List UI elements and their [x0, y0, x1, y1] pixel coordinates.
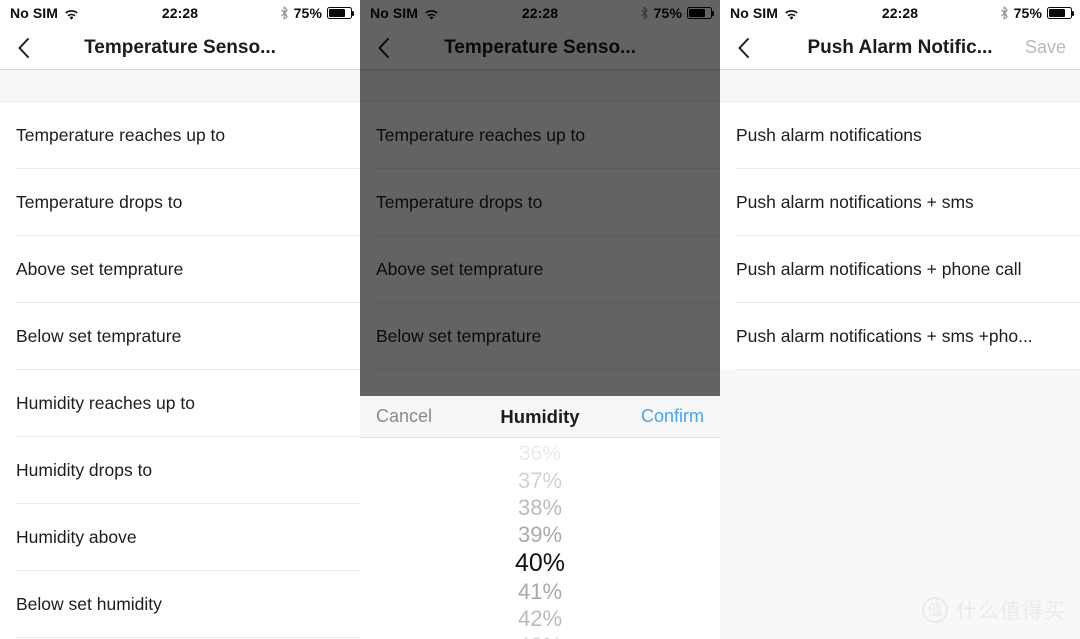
chevron-left-icon: [17, 37, 30, 59]
picker-option[interactable]: 38%: [360, 494, 720, 521]
carrier-label: No SIM: [730, 5, 779, 21]
status-bar-right: 75%: [1000, 5, 1075, 21]
bluetooth-icon: [640, 6, 649, 20]
status-bar: No SIM 22:28 75%: [360, 0, 720, 26]
list-item-label: Humidity reaches up to: [16, 393, 195, 413]
page-title: Temperature Senso...: [444, 36, 636, 58]
list-item-label: Above set temprature: [376, 259, 544, 279]
nav-bar: Temperature Senso...: [0, 26, 360, 70]
empty-area: [720, 370, 1080, 639]
nav-bar: Temperature Senso...: [360, 26, 720, 70]
battery-icon: [687, 7, 715, 19]
status-bar-left: No SIM: [10, 5, 79, 21]
chevron-left-icon: [737, 37, 750, 59]
battery-icon: [1047, 7, 1075, 19]
list-top-spacer: [0, 70, 360, 102]
list-item[interactable]: Below set humidity: [0, 571, 360, 638]
picker-option-selected[interactable]: 40%: [360, 548, 720, 578]
humidity-picker-sheet: Cancel Humidity Confirm 36% 37% 38% 39% …: [360, 396, 720, 639]
list-item[interactable]: Humidity above: [0, 504, 360, 571]
list-item[interactable]: Push alarm notifications + phone call: [720, 236, 1080, 303]
panel-temperature-sensor-conditions: No SIM 22:28 75% Temperature Senso... Te…: [0, 0, 360, 639]
wifi-icon: [784, 8, 799, 20]
list-item[interactable]: Humidity drops to: [0, 437, 360, 504]
confirm-button[interactable]: Confirm: [641, 406, 704, 427]
list-item-label: Temperature drops to: [16, 192, 183, 212]
battery-percent-label: 75%: [1013, 5, 1042, 21]
list-item-label: Below set temprature: [16, 326, 182, 346]
list-item[interactable]: Temperature reaches up to: [0, 102, 360, 169]
picker-option[interactable]: 42%: [360, 605, 720, 632]
back-button[interactable]: [0, 26, 46, 70]
battery-percent-label: 75%: [653, 5, 682, 21]
list-item[interactable]: Temperature drops to: [0, 169, 360, 236]
list-item[interactable]: Below set temprature: [360, 303, 720, 370]
picker-option[interactable]: 37%: [360, 467, 720, 494]
list-item-label: Below set humidity: [16, 594, 162, 614]
picker-option[interactable]: 39%: [360, 521, 720, 548]
status-bar: No SIM 22:28 75%: [0, 0, 360, 26]
chevron-left-icon: [377, 37, 390, 59]
list-item[interactable]: Below set temprature: [0, 303, 360, 370]
list-item-label: Push alarm notifications + sms +pho...: [736, 326, 1033, 346]
battery-percent-label: 75%: [293, 5, 322, 21]
list-item-label: Temperature drops to: [376, 192, 543, 212]
list-item[interactable]: Above set temprature: [360, 236, 720, 303]
picker-option[interactable]: 43%: [360, 632, 720, 639]
status-bar: No SIM 22:28 75%: [720, 0, 1080, 26]
save-button[interactable]: Save: [1025, 37, 1080, 58]
list-item-label: Above set temprature: [16, 259, 184, 279]
nav-bar: Push Alarm Notific... Save: [720, 26, 1080, 70]
bluetooth-icon: [280, 6, 289, 20]
condition-list: Temperature reaches up to Temperature dr…: [0, 102, 360, 638]
screenshot-triptych: No SIM 22:28 75% Temperature Senso... Te…: [0, 0, 1080, 639]
panel-push-alarm-notification: No SIM 22:28 75% Push Alarm Notific... S…: [720, 0, 1080, 639]
status-bar-right: 75%: [280, 5, 355, 21]
list-item[interactable]: Push alarm notifications + sms +pho...: [720, 303, 1080, 370]
list-top-spacer: [360, 70, 720, 102]
list-item-label: Humidity above: [16, 527, 137, 547]
wifi-icon: [64, 8, 79, 20]
condition-list: Temperature reaches up to Temperature dr…: [360, 102, 720, 370]
list-item[interactable]: Above set temprature: [0, 236, 360, 303]
status-bar-left: No SIM: [370, 5, 439, 21]
list-item[interactable]: Push alarm notifications: [720, 102, 1080, 169]
list-item[interactable]: Humidity reaches up to: [0, 370, 360, 437]
page-title: Temperature Senso...: [84, 36, 276, 58]
page-title: Push Alarm Notific...: [807, 36, 993, 58]
list-item[interactable]: Push alarm notifications + sms: [720, 169, 1080, 236]
back-button[interactable]: [720, 26, 766, 70]
list-item-label: Temperature reaches up to: [16, 125, 226, 145]
bluetooth-icon: [1000, 6, 1009, 20]
notification-option-list: Push alarm notifications Push alarm noti…: [720, 102, 1080, 370]
list-item-label: Humidity drops to: [16, 460, 153, 480]
picker-option[interactable]: 36%: [360, 440, 720, 467]
status-bar-left: No SIM: [730, 5, 799, 21]
list-item-label: Push alarm notifications + sms: [736, 192, 974, 212]
list-item[interactable]: Temperature reaches up to: [360, 102, 720, 169]
wifi-icon: [424, 8, 439, 20]
list-item-label: Push alarm notifications: [736, 125, 922, 145]
picker-toolbar: Cancel Humidity Confirm: [360, 396, 720, 438]
back-button[interactable]: [360, 26, 406, 70]
carrier-label: No SIM: [370, 5, 419, 21]
picker-option[interactable]: 41%: [360, 578, 720, 605]
battery-icon: [327, 7, 355, 19]
list-item-label: Below set temprature: [376, 326, 542, 346]
carrier-label: No SIM: [10, 5, 59, 21]
list-item-label: Push alarm notifications + phone call: [736, 259, 1022, 279]
list-item[interactable]: Temperature drops to: [360, 169, 720, 236]
list-item-label: Temperature reaches up to: [376, 125, 586, 145]
list-top-spacer: [720, 70, 1080, 102]
status-bar-right: 75%: [640, 5, 715, 21]
picker-title: Humidity: [500, 405, 580, 427]
humidity-picker-wheel[interactable]: 36% 37% 38% 39% 40% 41% 42% 43% 44%: [360, 438, 720, 639]
panel-temperature-sensor-picker: No SIM 22:28 75% Temperature Senso... Te…: [360, 0, 720, 639]
cancel-button[interactable]: Cancel: [376, 406, 432, 427]
